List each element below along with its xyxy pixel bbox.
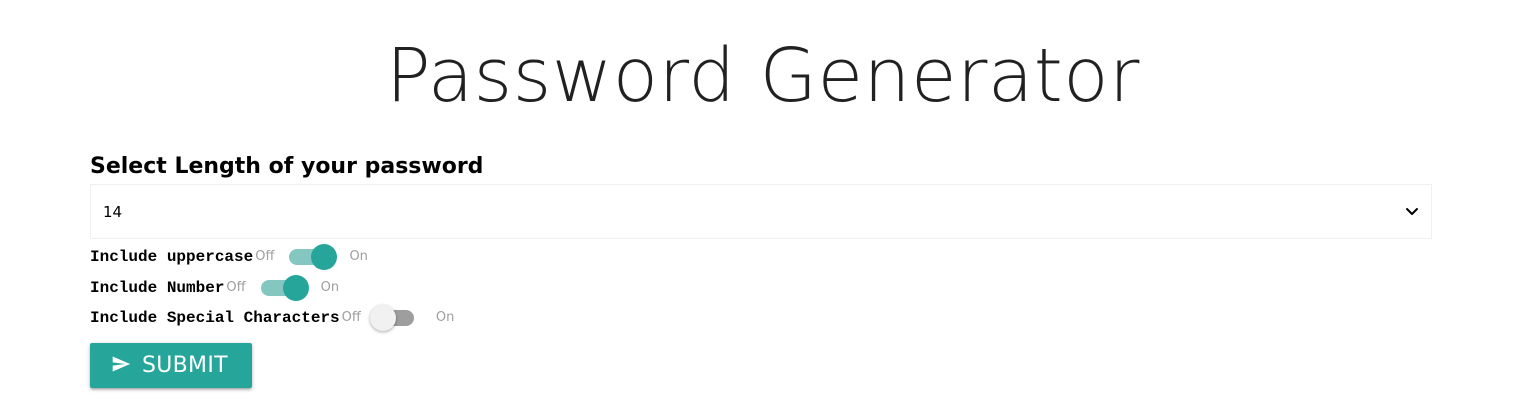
special-characters-off-label: Off <box>341 310 361 325</box>
toggle-knob <box>369 305 396 331</box>
uppercase-off-label: Off <box>255 249 275 264</box>
length-select[interactable]: 14 <box>90 184 1432 239</box>
number-switch-row: Include Number Off On <box>90 275 340 301</box>
page: Password Generator Select Length of your… <box>0 0 1516 417</box>
submit-button[interactable]: SUBMIT <box>90 343 252 388</box>
uppercase-toggle[interactable] <box>289 244 338 270</box>
length-label: Select Length of your password <box>90 154 484 179</box>
submit-button-label: SUBMIT <box>142 352 228 378</box>
send-icon <box>112 356 131 371</box>
uppercase-option-label: Include uppercase <box>90 248 254 266</box>
number-off-label: Off <box>226 280 246 295</box>
toggle-knob <box>282 275 309 301</box>
uppercase-switch-row: Include uppercase Off On <box>90 244 368 270</box>
special-characters-toggle[interactable] <box>369 305 414 331</box>
special-characters-switch-row: Include Special Characters Off On <box>90 305 455 331</box>
uppercase-on-label: On <box>349 249 368 264</box>
number-toggle[interactable] <box>260 275 309 301</box>
toggle-knob <box>311 244 338 270</box>
chevron-down-icon <box>1406 208 1418 215</box>
number-option-label: Include Number <box>90 279 225 297</box>
special-characters-on-label: On <box>435 310 455 325</box>
page-title: Password Generator <box>386 33 1140 119</box>
special-characters-option-label: Include Special Characters <box>90 309 340 327</box>
number-on-label: On <box>320 280 340 295</box>
length-select-value: 14 <box>103 203 123 221</box>
